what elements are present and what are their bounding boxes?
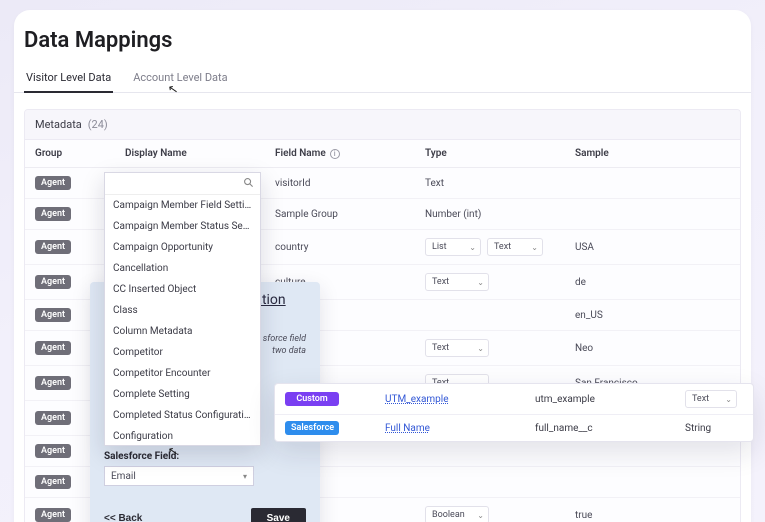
type-cell: Text⌄ [415, 331, 565, 366]
type-cell: Text [415, 168, 565, 199]
agent-badge: Agent [35, 411, 71, 425]
agent-badge: Agent [35, 308, 71, 322]
field-name-cell: Sample Group [265, 199, 415, 230]
type-select[interactable]: Boolean⌄ [425, 506, 489, 522]
sample-cell [565, 199, 740, 230]
example-api-name: full_name__c [535, 423, 685, 434]
dropdown-item[interactable]: Campaign Member Status Setting [105, 216, 260, 237]
badge-custom: Custom [285, 392, 339, 406]
type-cell: Number (int) [415, 199, 565, 230]
dropdown-item[interactable]: Complete Setting [105, 384, 260, 405]
subtype-select[interactable]: Text⌄ [487, 238, 543, 256]
example-link[interactable]: Full Name [385, 423, 430, 434]
section-count: (24) [88, 118, 108, 131]
agent-badge: Agent [35, 240, 71, 254]
sample-cell: true [565, 498, 740, 522]
agent-badge: Agent [35, 475, 71, 489]
col-header-type[interactable]: Type [415, 140, 565, 168]
agent-badge: Agent [35, 444, 71, 458]
col-header-group[interactable]: Group [25, 140, 115, 168]
dropdown-search-input[interactable] [111, 178, 254, 189]
dropdown-item[interactable]: CC Inserted Object [105, 279, 260, 300]
tabs: Visitor Level Data Account Level Data [14, 65, 751, 93]
agent-badge: Agent [35, 508, 71, 522]
sample-cell: de [565, 265, 740, 300]
type-cell: List⌄ Text⌄ [415, 230, 565, 265]
field-name-cell: visitorId [265, 168, 415, 199]
dropdown-list: Campaign Member Field SettingCampaign Me… [105, 195, 260, 445]
tab-visitor-level[interactable]: Visitor Level Data [24, 65, 113, 92]
back-button[interactable]: << Back [104, 513, 142, 522]
sf-field-label: Salesforce Field: [104, 451, 306, 462]
page-title: Data Mappings [14, 28, 751, 65]
dropdown-item[interactable]: Campaign Member Field Setting [105, 195, 260, 216]
dropdown-item[interactable]: Cancellation [105, 258, 260, 279]
dropdown-item[interactable]: Configuration [105, 426, 260, 445]
agent-badge: Agent [35, 275, 71, 289]
field-name-cell: country [265, 230, 415, 265]
dropdown-item[interactable]: Competitor [105, 342, 260, 363]
type-select[interactable]: Text⌄ [685, 390, 737, 408]
dropdown-item[interactable]: Competitor Encounter [105, 363, 260, 384]
dropdown-item[interactable]: Campaign Opportunity [105, 237, 260, 258]
type-select[interactable]: List⌄ [425, 238, 481, 256]
sample-cell [565, 467, 740, 498]
col-header-display[interactable]: Display Name [115, 140, 265, 168]
type-cell: Boolean⌄ [415, 498, 565, 522]
type-select[interactable]: Text⌄ [425, 273, 489, 291]
chevron-down-icon: ⌄ [725, 395, 732, 404]
tab-account-level[interactable]: Account Level Data [131, 65, 229, 92]
save-button[interactable]: Save [251, 508, 306, 522]
agent-badge: Agent [35, 341, 71, 355]
agent-badge: Agent [35, 376, 71, 390]
type-cell [415, 467, 565, 498]
dropdown-item[interactable]: Column Metadata [105, 321, 260, 342]
sample-cell [565, 168, 740, 199]
type-label: String [685, 423, 743, 434]
type-cell: Text⌄ [415, 265, 565, 300]
field-example-row: Salesforce Full Name full_name__c String [275, 414, 753, 441]
agent-badge: Agent [35, 176, 71, 190]
sample-cell: Neo [565, 331, 740, 366]
chevron-down-icon: ▾ [243, 472, 247, 481]
section-header[interactable]: Metadata (24) [25, 110, 740, 140]
section-label: Metadata [35, 118, 82, 131]
field-example-row: Custom UTM_example utm_example Text⌄ [275, 384, 753, 414]
dropdown-item[interactable]: Class [105, 300, 260, 321]
sample-cell: en_US [565, 300, 740, 331]
example-api-name: utm_example [535, 394, 685, 405]
example-link[interactable]: UTM_example [385, 394, 449, 405]
search-icon[interactable] [243, 177, 254, 191]
dropdown-item[interactable]: Completed Status Configuration [105, 405, 260, 426]
type-cell [415, 300, 565, 331]
sf-field-select[interactable]: Email ▾ [104, 466, 254, 486]
field-example-card: Custom UTM_example utm_example Text⌄ Sal… [274, 383, 754, 442]
col-header-field[interactable]: Field Namei [265, 140, 415, 168]
agent-badge: Agent [35, 207, 71, 221]
col-header-sample[interactable]: Sample [565, 140, 740, 168]
sample-cell: USA [565, 230, 740, 265]
type-select[interactable]: Text⌄ [425, 339, 489, 357]
info-icon[interactable]: i [330, 149, 340, 159]
dropdown-search [105, 173, 260, 195]
badge-salesforce: Salesforce [285, 421, 339, 435]
object-dropdown: Campaign Member Field SettingCampaign Me… [104, 172, 261, 446]
